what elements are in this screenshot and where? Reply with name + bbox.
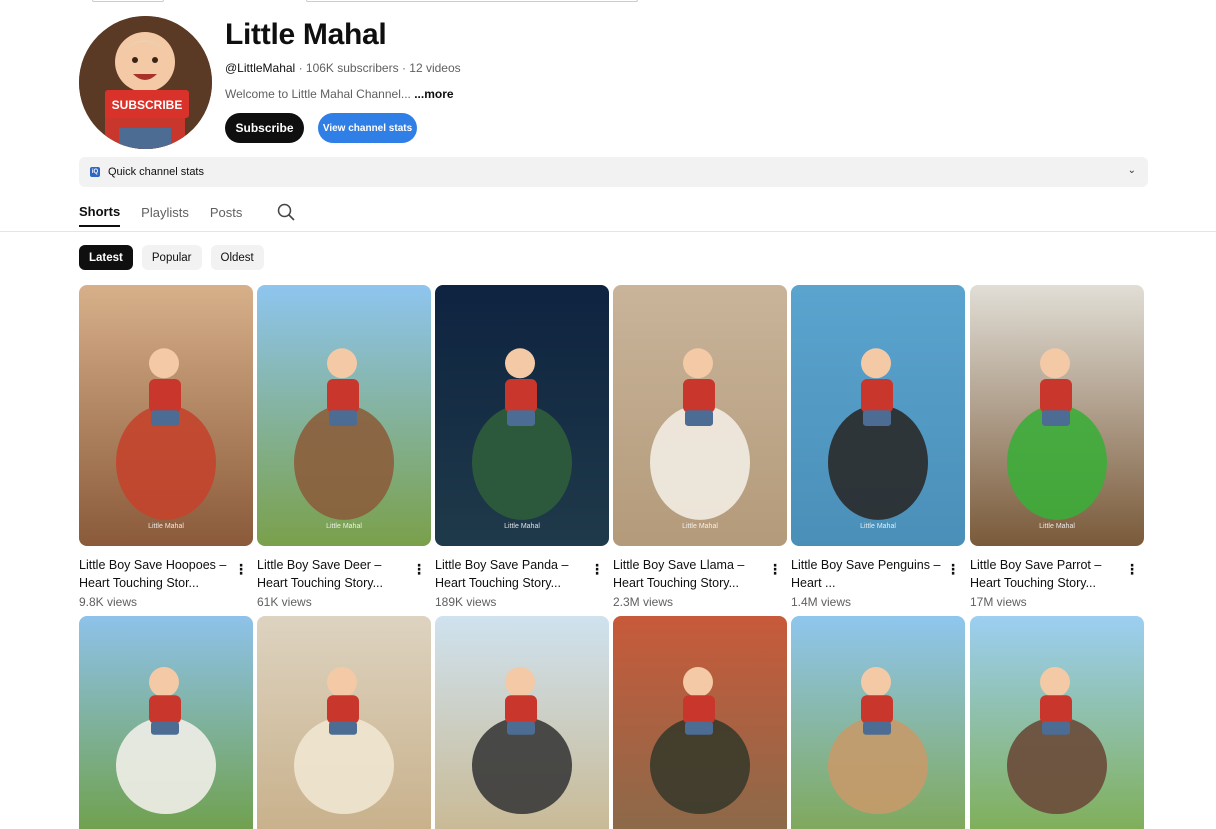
quick-channel-stats-bar[interactable]: iQ Quick channel stats ⌄: [79, 157, 1148, 187]
short-views: 61K views: [257, 595, 312, 609]
subscriber-count: · 106K subscribers: [298, 61, 399, 75]
short-title[interactable]: Little Boy Save Parrot – Heart Touching …: [970, 556, 1120, 592]
short-thumbnail[interactable]: Little Mahal: [435, 285, 609, 546]
short-card[interactable]: Little Mahal Little Boy Save Llama – Hear…: [613, 285, 787, 609]
short-views: 189K views: [435, 595, 497, 609]
more-vert-icon[interactable]: ⋮: [946, 561, 960, 577]
top-toolbar-remnant: [0, 0, 1216, 4]
chip-oldest[interactable]: Oldest: [210, 245, 264, 270]
thumbnail-watermark: Little Mahal: [504, 523, 540, 530]
short-thumbnail[interactable]: [257, 616, 431, 829]
short-views: 17M views: [970, 595, 1027, 609]
video-count: · 12 videos: [401, 61, 461, 75]
more-vert-icon[interactable]: ⋮: [768, 561, 782, 577]
top-search-remnant: [306, 0, 638, 2]
subscribe-button[interactable]: Subscribe: [225, 113, 304, 143]
view-channel-stats-button[interactable]: View channel stats: [318, 113, 417, 143]
tab-playlists[interactable]: Playlists: [141, 205, 189, 226]
thumbnail-watermark: Little Mahal: [326, 523, 362, 530]
chip-popular[interactable]: Popular: [141, 245, 202, 270]
short-views: 2.3M views: [613, 595, 674, 609]
short-card[interactable]: Little Mahal Little Boy Save Penguins – H…: [791, 285, 965, 609]
short-views: 9.8K views: [79, 595, 138, 609]
short-card[interactable]: [613, 616, 787, 829]
search-icon[interactable]: [277, 203, 295, 221]
short-thumbnail[interactable]: [970, 616, 1144, 829]
chevron-down-icon[interactable]: ⌄: [1128, 165, 1136, 176]
short-card[interactable]: Little Mahal Little Boy Save Deer – Heart…: [257, 285, 431, 609]
short-card[interactable]: [435, 616, 609, 829]
short-card[interactable]: [970, 616, 1144, 829]
short-thumbnail[interactable]: [791, 616, 965, 829]
channel-description[interactable]: Welcome to Little Mahal Channel... ...mo…: [225, 87, 454, 101]
description-text: Welcome to Little Mahal Channel...: [225, 87, 411, 101]
thumbnail-watermark: Little Mahal: [148, 523, 184, 530]
short-title[interactable]: Little Boy Save Deer – Heart Touching St…: [257, 556, 407, 592]
tabs-divider: [0, 231, 1216, 232]
channel-meta: @LittleMahal · 106K subscribers · 12 vid…: [225, 61, 461, 75]
more-link[interactable]: ...more: [414, 87, 453, 101]
short-card[interactable]: Little Mahal Little Boy Save Panda – Hear…: [435, 285, 609, 609]
short-card[interactable]: Little Mahal Little Boy Save Parrot – Hea…: [970, 285, 1144, 609]
short-title[interactable]: Little Boy Save Llama – Heart Touching S…: [613, 556, 763, 592]
short-thumbnail[interactable]: Little Mahal: [970, 285, 1144, 546]
short-thumbnail[interactable]: Little Mahal: [79, 285, 253, 546]
avatar-badge-text: SUBSCRIBE: [112, 98, 183, 112]
more-vert-icon[interactable]: ⋮: [1125, 561, 1139, 577]
more-vert-icon[interactable]: ⋮: [412, 561, 426, 577]
channel-avatar: SUBSCRIBE: [79, 16, 212, 149]
short-card[interactable]: [791, 616, 965, 829]
short-thumbnail[interactable]: [435, 616, 609, 829]
more-vert-icon[interactable]: ⋮: [590, 561, 604, 577]
tab-posts[interactable]: Posts: [210, 205, 243, 226]
short-card[interactable]: [257, 616, 431, 829]
channel-handle[interactable]: @LittleMahal: [225, 61, 295, 75]
thumbnail-watermark: Little Mahal: [1039, 523, 1075, 530]
short-title[interactable]: Little Boy Save Hoopoes – Heart Touching…: [79, 556, 229, 592]
thumbnail-watermark: Little Mahal: [682, 523, 718, 530]
more-vert-icon[interactable]: ⋮: [234, 561, 248, 577]
quick-stats-label: Quick channel stats: [108, 166, 204, 178]
short-thumbnail[interactable]: Little Mahal: [791, 285, 965, 546]
stats-icon: iQ: [90, 167, 100, 177]
short-thumbnail[interactable]: Little Mahal: [257, 285, 431, 546]
tab-shorts[interactable]: Shorts: [79, 204, 121, 227]
short-thumbnail[interactable]: [79, 616, 253, 829]
channel-name: Little Mahal: [225, 18, 387, 51]
top-button-remnant: [92, 0, 164, 2]
short-thumbnail[interactable]: Little Mahal: [613, 285, 787, 546]
chip-latest[interactable]: Latest: [79, 245, 133, 270]
short-title[interactable]: Little Boy Save Penguins – Heart ...: [791, 556, 941, 592]
thumbnail-watermark: Little Mahal: [860, 523, 896, 530]
short-views: 1.4M views: [791, 595, 852, 609]
short-card[interactable]: Little Mahal Little Boy Save Hoopoes – He…: [79, 285, 253, 609]
channel-tabs: Shorts Playlists Posts: [79, 200, 263, 230]
short-thumbnail[interactable]: [613, 616, 787, 829]
short-card[interactable]: [79, 616, 253, 829]
sort-chips: Latest Popular Oldest: [79, 245, 273, 270]
short-title[interactable]: Little Boy Save Panda – Heart Touching S…: [435, 556, 585, 592]
